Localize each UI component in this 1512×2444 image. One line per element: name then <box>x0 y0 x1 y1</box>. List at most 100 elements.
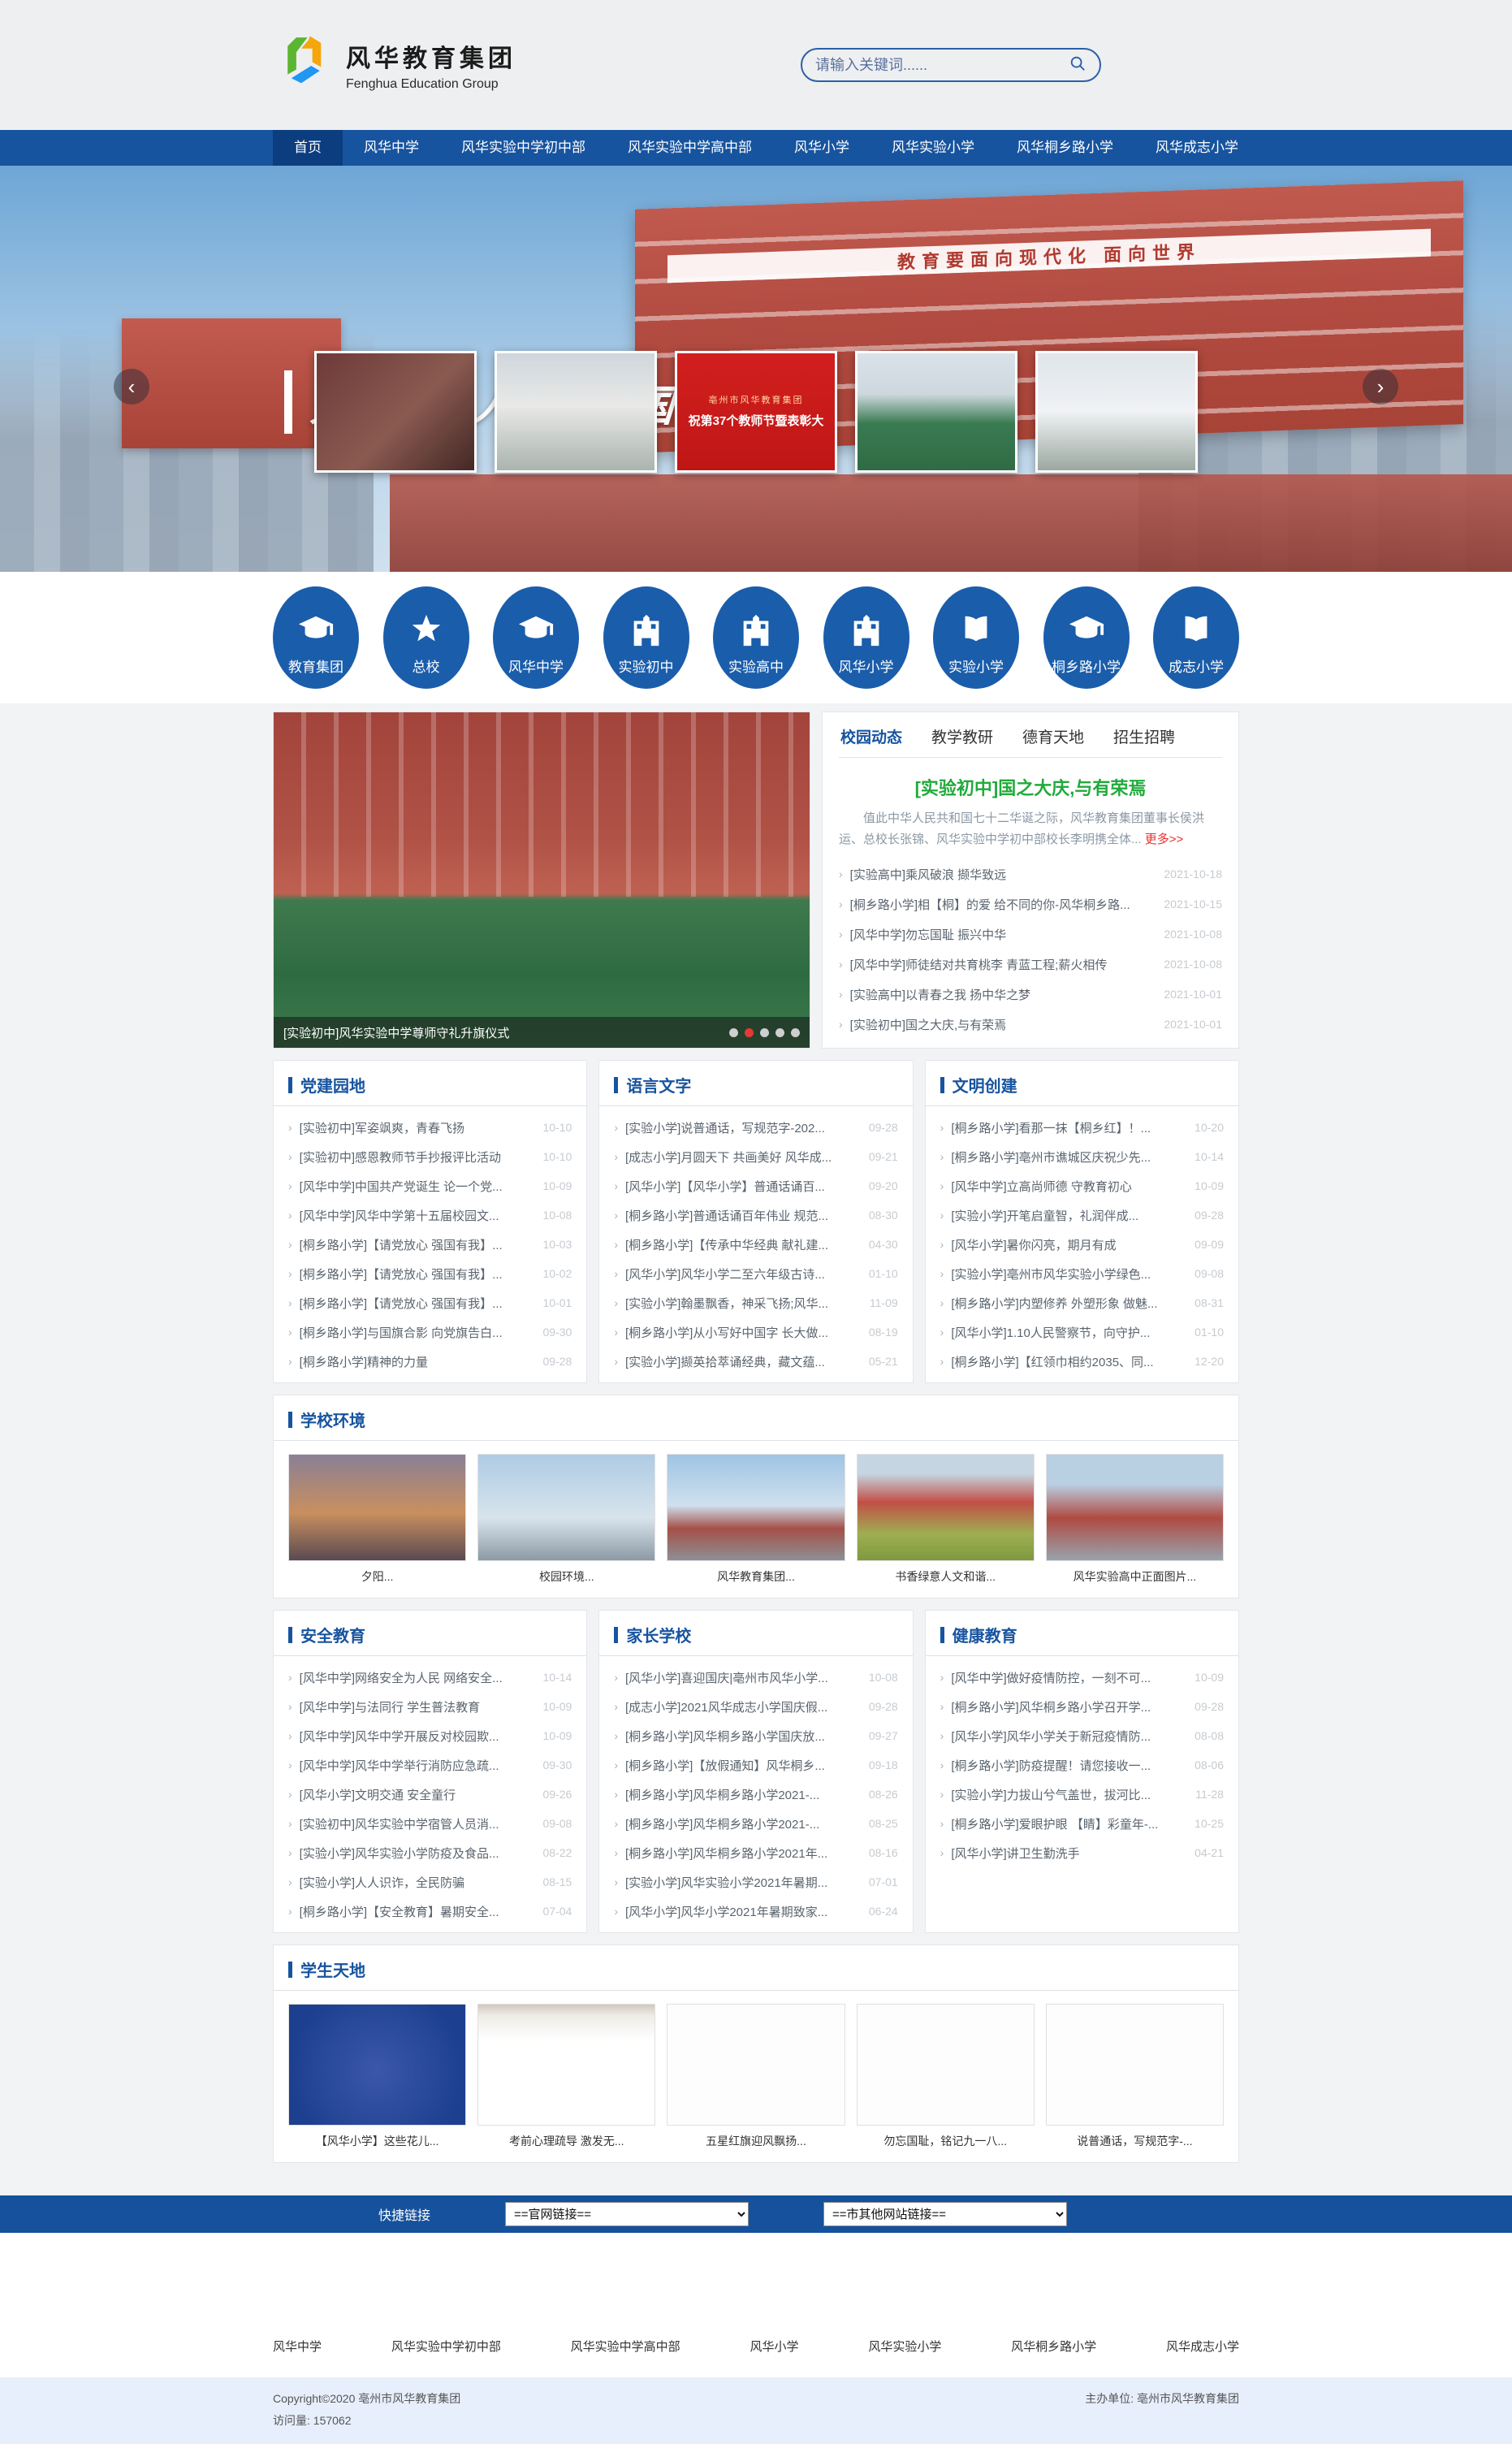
list-item[interactable]: ›[风华中学]风华中学开展反对校园欺...10-09 <box>288 1721 572 1750</box>
list-item[interactable]: ›[风华中学]做好疫情防控，一刻不可...10-09 <box>940 1663 1224 1692</box>
school-shortcut[interactable]: 总校 <box>383 586 469 689</box>
list-item[interactable]: ›[实验初中]风华实验中学宿管人员消...09-08 <box>288 1809 572 1838</box>
list-item[interactable]: ›[桐乡路小学]普通话诵百年伟业 规范...08-30 <box>614 1200 897 1230</box>
photo-thumbnail[interactable] <box>1046 1454 1224 1561</box>
photo-caption[interactable]: 风华实验高中正面图片... <box>1046 1568 1224 1585</box>
list-item[interactable]: ›[实验小学]人人识诈，全民防骗08-15 <box>288 1867 572 1897</box>
list-item[interactable]: ›[桐乡路小学]风华桐乡路小学2021年...08-16 <box>614 1838 897 1867</box>
list-item[interactable]: ›[实验初中]军姿飒爽，青春飞扬10-10 <box>288 1113 572 1142</box>
footer-school-link[interactable]: 风华实验中学高中部 <box>571 2338 680 2355</box>
photo-caption[interactable]: 考前心理疏导 激发无... <box>477 2133 655 2149</box>
nav-item[interactable]: 风华实验中学高中部 <box>607 130 773 166</box>
photo-thumbnail[interactable] <box>288 1454 466 1561</box>
news-item[interactable]: ›[风华中学]勿忘国耻 振兴中华2021-10-08 <box>839 919 1222 949</box>
carousel-thumb[interactable] <box>855 351 1017 473</box>
list-item[interactable]: ›[桐乡路小学]风华桐乡路小学国庆放...09-27 <box>614 1721 897 1750</box>
carousel-thumb-poster[interactable]: 亳州市风华教育集团 祝第37个教师节暨表彰大 <box>675 351 837 473</box>
student-photo[interactable]: 勿忘国耻，铭记九一八... <box>857 2004 1035 2149</box>
news-item[interactable]: ›[实验高中]乘风破浪 撷华致远2021-10-18 <box>839 859 1222 889</box>
photo-thumbnail[interactable] <box>667 2004 845 2126</box>
list-item[interactable]: ›[实验小学]开笔启童智，礼润伴成...09-28 <box>940 1200 1224 1230</box>
list-item[interactable]: ›[风华中学]与法同行 学生普法教育10-09 <box>288 1692 572 1721</box>
environment-photo[interactable]: 风华实验高中正面图片... <box>1046 1454 1224 1585</box>
list-item[interactable]: ›[成志小学]月圆天下 共画美好 风华成...09-21 <box>614 1142 897 1171</box>
list-item[interactable]: ›[实验小学]风华实验小学2021年暑期...07-01 <box>614 1867 897 1897</box>
more-link[interactable]: 更多>> <box>1145 833 1184 846</box>
nav-item[interactable]: 风华成志小学 <box>1134 130 1259 166</box>
list-item[interactable]: ›[桐乡路小学]【请党放心 强国有我】...10-02 <box>288 1259 572 1288</box>
photo-caption[interactable]: 书香绿意人文和谐... <box>857 1568 1035 1585</box>
list-item[interactable]: ›[实验小学]翰墨飘香，神采飞扬;风华...11-09 <box>614 1288 897 1317</box>
student-photo[interactable]: 五星红旗迎风飘扬... <box>667 2004 845 2149</box>
list-item[interactable]: ›[桐乡路小学]防疫提醒！请您接收一...08-06 <box>940 1750 1224 1780</box>
carousel-thumb[interactable] <box>495 351 657 473</box>
list-item[interactable]: ›[风华中学]风华中学第十五届校园文...10-08 <box>288 1200 572 1230</box>
photo-caption[interactable]: 校园环境... <box>477 1568 655 1585</box>
nav-item[interactable]: 风华小学 <box>773 130 870 166</box>
photo-thumbnail[interactable] <box>477 2004 655 2126</box>
news-item[interactable]: ›[风华中学]师徒结对共育桃李 青蓝工程;薪火相传2021-10-08 <box>839 949 1222 980</box>
photo-thumbnail[interactable] <box>1046 2004 1224 2126</box>
environment-photo[interactable]: 书香绿意人文和谐... <box>857 1454 1035 1585</box>
list-item[interactable]: ›[风华小学]讲卫生勤洗手04-21 <box>940 1838 1224 1867</box>
list-item[interactable]: ›[桐乡路小学]【红领巾相约2035、同...12-20 <box>940 1347 1224 1376</box>
list-item[interactable]: ›[风华中学]中国共产党诞生 论一个党...10-09 <box>288 1171 572 1200</box>
list-item[interactable]: ›[实验初中]感恩教师节手抄报评比活动10-10 <box>288 1142 572 1171</box>
environment-photo[interactable]: 风华教育集团... <box>667 1454 845 1585</box>
search-icon[interactable] <box>1069 54 1086 76</box>
list-item[interactable]: ›[实验小学]撷英拾萃诵经典，藏文蕴...05-21 <box>614 1347 897 1376</box>
news-tab[interactable]: 招生招聘 <box>1113 725 1175 747</box>
environment-photo[interactable]: 夕阳... <box>288 1454 466 1585</box>
official-links-select[interactable]: ==官网链接== <box>505 2202 749 2226</box>
nav-item[interactable]: 风华实验中学初中部 <box>440 130 607 166</box>
carousel-thumb[interactable] <box>1035 351 1198 473</box>
list-item[interactable]: ›[风华小学]喜迎国庆|亳州市风华小学...10-08 <box>614 1663 897 1692</box>
footer-school-link[interactable]: 风华小学 <box>750 2338 798 2355</box>
list-item[interactable]: ›[桐乡路小学]亳州市谯城区庆祝少先...10-14 <box>940 1142 1224 1171</box>
slider-dot[interactable] <box>745 1028 754 1037</box>
list-item[interactable]: ›[桐乡路小学]爱眼护眼 【睛】彩童年-...10-25 <box>940 1809 1224 1838</box>
school-shortcut[interactable]: 桐乡路小学 <box>1043 586 1130 689</box>
photo-thumbnail[interactable] <box>857 1454 1035 1561</box>
photo-thumbnail[interactable] <box>857 2004 1035 2126</box>
list-item[interactable]: ›[风华小学]风华小学关于新冠疫情防...08-08 <box>940 1721 1224 1750</box>
list-item[interactable]: ›[风华小学]风华小学二至六年级古诗...01-10 <box>614 1259 897 1288</box>
list-item[interactable]: ›[桐乡路小学]风华桐乡路小学召开学...09-28 <box>940 1692 1224 1721</box>
list-item[interactable]: ›[桐乡路小学]看那一抹【桐乡红】！...10-20 <box>940 1113 1224 1142</box>
list-item[interactable]: ›[桐乡路小学]【传承中华经典 献礼建...04-30 <box>614 1230 897 1259</box>
slider-dot[interactable] <box>775 1028 784 1037</box>
carousel-thumb[interactable] <box>314 351 477 473</box>
carousel-next-icon[interactable]: › <box>1363 369 1398 404</box>
school-shortcut[interactable]: 实验高中 <box>713 586 799 689</box>
nav-item[interactable]: 风华实验小学 <box>870 130 996 166</box>
photo-caption[interactable]: 【风华小学】这些花儿... <box>288 2133 466 2149</box>
school-shortcut[interactable]: 实验小学 <box>933 586 1019 689</box>
nav-item[interactable]: 风华桐乡路小学 <box>996 130 1134 166</box>
list-item[interactable]: ›[桐乡路小学]【请党放心 强国有我】...10-01 <box>288 1288 572 1317</box>
list-item[interactable]: ›[实验小学]说普通话，写规范字-202...09-28 <box>614 1113 897 1142</box>
footer-school-link[interactable]: 风华实验小学 <box>868 2338 941 2355</box>
news-item[interactable]: ›[风华中学]风华中学新任教师座谈会2021-09-27 <box>839 1040 1222 1049</box>
list-item[interactable]: ›[风华中学]立高尚师德 守教育初心10-09 <box>940 1171 1224 1200</box>
nav-item[interactable]: 首页 <box>273 130 343 166</box>
photo-thumbnail[interactable] <box>667 1454 845 1561</box>
list-item[interactable]: ›[风华中学]网络安全为人民 网络安全...10-14 <box>288 1663 572 1692</box>
list-item[interactable]: ›[实验小学]风华实验小学防疫及食品...08-22 <box>288 1838 572 1867</box>
list-item[interactable]: ›[桐乡路小学]风华桐乡路小学2021-...08-25 <box>614 1809 897 1838</box>
footer-school-link[interactable]: 风华实验中学初中部 <box>391 2338 501 2355</box>
list-item[interactable]: ›[风华小学]风华小学2021年暑期致家...06-24 <box>614 1897 897 1926</box>
carousel-prev-icon[interactable]: ‹ <box>114 369 149 404</box>
list-item[interactable]: ›[风华小学]1.10人民警察节，向守护...01-10 <box>940 1317 1224 1347</box>
list-item[interactable]: ›[桐乡路小学]【放假通知】风华桐乡...09-18 <box>614 1750 897 1780</box>
news-item[interactable]: ›[实验高中]以青春之我 扬中华之梦2021-10-01 <box>839 980 1222 1010</box>
list-item[interactable]: ›[实验小学]亳州市风华实验小学绿色...09-08 <box>940 1259 1224 1288</box>
school-shortcut[interactable]: 风华中学 <box>493 586 579 689</box>
list-item[interactable]: ›[桐乡路小学]精神的力量09-28 <box>288 1347 572 1376</box>
school-shortcut[interactable]: 风华小学 <box>823 586 909 689</box>
school-shortcut[interactable]: 成志小学 <box>1153 586 1239 689</box>
list-item[interactable]: ›[桐乡路小学]【请党放心 强国有我】...10-03 <box>288 1230 572 1259</box>
search-box[interactable] <box>801 48 1101 82</box>
list-item[interactable]: ›[桐乡路小学]从小写好中国字 长大做...08-19 <box>614 1317 897 1347</box>
photo-caption[interactable]: 说普通话，写规范字-... <box>1046 2133 1224 2149</box>
photo-caption[interactable]: 风华教育集团... <box>667 1568 845 1585</box>
